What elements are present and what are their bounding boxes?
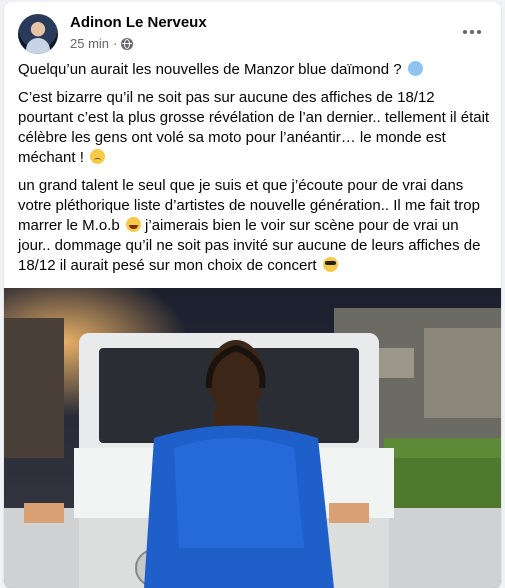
photo-image: [4, 288, 501, 588]
author-avatar[interactable]: [18, 14, 58, 54]
globe-icon[interactable]: [121, 37, 134, 50]
post-card: Adinon Le Nerveux 25 min · Quelqu’un aur…: [4, 2, 501, 588]
post-meta: 25 min ·: [70, 36, 134, 51]
post-timestamp[interactable]: 25 min: [70, 36, 109, 51]
post-header: Adinon Le Nerveux 25 min ·: [18, 12, 488, 56]
meta-separator: ·: [113, 36, 118, 51]
post-text: Quelqu’un aurait les nouvelles de Manzor…: [18, 60, 490, 284]
post-paragraph: Quelqu’un aurait les nouvelles de Manzor…: [18, 60, 490, 80]
worried-emoji-icon: [407, 61, 423, 76]
laughing-emoji-icon: [125, 217, 141, 232]
sad-emoji-icon: [90, 149, 106, 164]
more-options-button[interactable]: [456, 16, 488, 48]
post-paragraph: un grand talent le seul que je suis et q…: [18, 177, 481, 274]
post-photo[interactable]: [4, 288, 501, 588]
sunglasses-emoji-icon: [322, 257, 338, 272]
more-options-icon: [463, 30, 467, 34]
post-paragraph: C’est bizarre qu’il ne soit pas sur aucu…: [18, 89, 490, 166]
author-name[interactable]: Adinon Le Nerveux: [70, 14, 207, 31]
